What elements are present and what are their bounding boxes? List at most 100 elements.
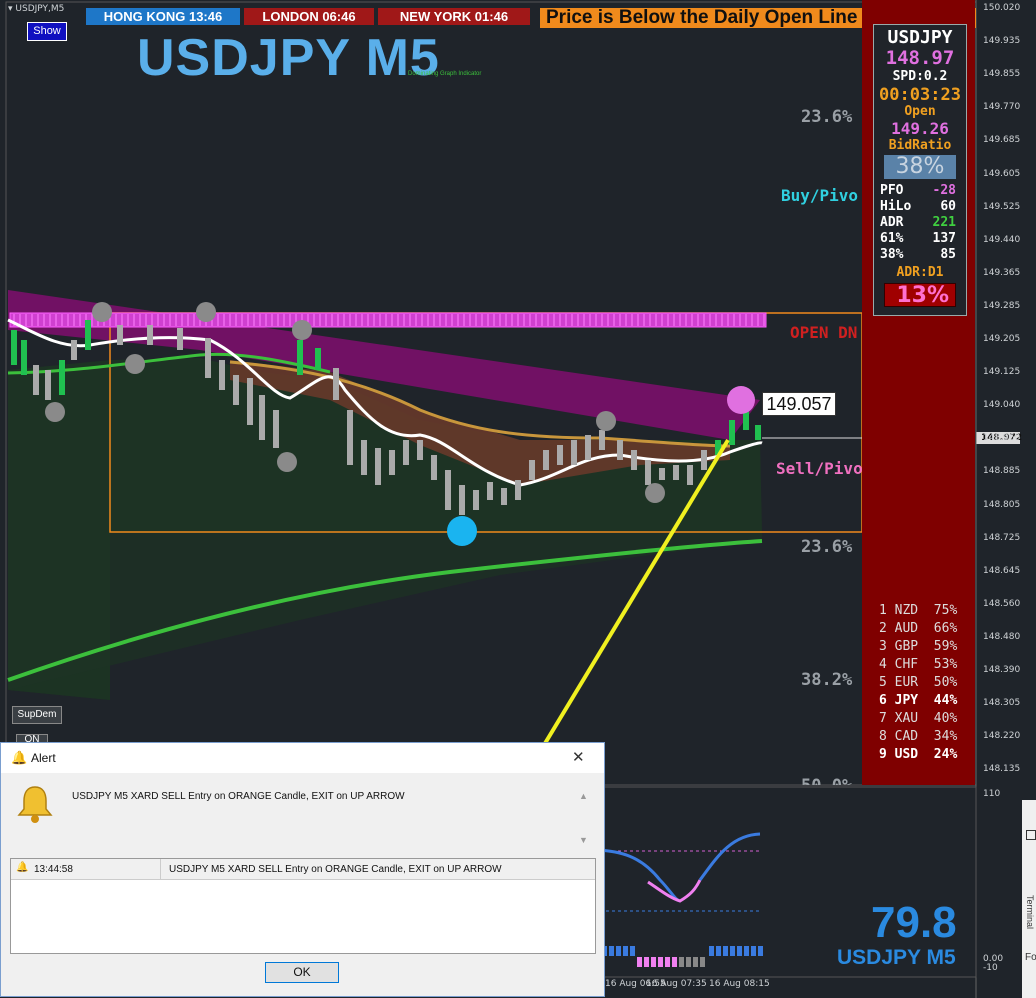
watermark-text: Dominating Graph Indicator [408, 71, 482, 77]
histogram-bar [672, 957, 677, 967]
alert-scrollbar[interactable]: ▲ ▼ [579, 791, 591, 849]
histogram-bar [709, 946, 714, 956]
histogram-bar [737, 946, 742, 956]
price-axis-label: 149.440 [983, 234, 1021, 245]
candle [11, 330, 17, 365]
price-axis-label: 148.560 [983, 598, 1021, 609]
oscillator-symbol: USDJPY M5 [837, 946, 956, 969]
candle [501, 488, 507, 505]
log-time: 13:44:58 [34, 864, 73, 875]
stat-38: 38% 85 [880, 247, 962, 262]
ticker-timer: 00:03:23 [879, 85, 961, 105]
price-axis-label: 149.935 [983, 36, 1021, 47]
candle [273, 410, 279, 448]
supdem-button[interactable]: SupDem [12, 706, 62, 724]
column-divider [160, 859, 161, 879]
price-axis-label: 148.885 [983, 466, 1021, 477]
bidratio-value: 38% [884, 155, 956, 179]
candle [297, 340, 303, 375]
stat-value: 137 [932, 231, 956, 246]
price-axis-label: 148.305 [983, 698, 1021, 709]
stat-label: PFO [880, 183, 904, 198]
alert-log-row[interactable]: 🔔 13:44:58 USDJPY M5 XARD SELL Entry on … [11, 859, 595, 880]
sell-pivot-label: Sell/Pivo [776, 459, 863, 478]
side-fragment: Fo [1025, 952, 1036, 963]
price-axis-label: 149.605 [983, 168, 1021, 179]
dropdown-icon[interactable]: ▾ [8, 4, 13, 14]
candle [45, 370, 51, 400]
candle [585, 435, 591, 460]
histogram-bar [637, 957, 642, 967]
price-axis-label: 149.125 [983, 367, 1021, 378]
bidratio-label: BidRatio [888, 138, 952, 153]
price-axis-label: 149.685 [983, 135, 1021, 146]
close-icon[interactable]: ✕ [572, 748, 585, 766]
candle [375, 448, 381, 485]
histogram-bar [665, 957, 670, 967]
stat-value: 60 [940, 199, 956, 214]
open-value: 149.26 [891, 119, 949, 138]
histogram-bar [730, 946, 735, 956]
candle [673, 465, 679, 480]
panel-close-icon[interactable] [1026, 830, 1036, 840]
price-axis-label: 149.285 [983, 300, 1021, 311]
candle [431, 455, 437, 480]
histogram-bar [609, 946, 614, 956]
ticker-box: USDJPY 148.97 SPD:0.2 00:03:23 Open 149.… [873, 24, 967, 316]
strength-row: 1 NZD 75% [879, 603, 958, 618]
histogram-bar [716, 946, 721, 956]
osc-axis-bottom: -10 [983, 963, 998, 973]
strength-row: 7 XAU 40% [879, 711, 958, 726]
candle [247, 378, 253, 425]
candle [205, 338, 211, 378]
candle [459, 485, 465, 515]
candle [177, 328, 183, 350]
candle [361, 440, 367, 475]
fib-label-top: 23.6% [801, 107, 853, 127]
candle [233, 375, 239, 405]
strength-row: 4 CHF 53% [879, 657, 958, 672]
candle [445, 470, 451, 510]
open-dn-label: OPEN DN [790, 323, 858, 342]
histogram-bar [744, 946, 749, 956]
candle [473, 490, 479, 510]
candle [389, 450, 395, 475]
price-axis-label: 148.480 [983, 631, 1021, 642]
stat-value: 85 [940, 247, 956, 262]
price-axis-label: 149.365 [983, 267, 1021, 278]
price-axis-label: 148.805 [983, 499, 1021, 510]
fib-label-mid: 23.6% [801, 537, 853, 557]
stat-hilo: HiLo 60 [880, 199, 962, 214]
candle [729, 420, 735, 445]
time-label: 16 Aug 08:15 [709, 979, 770, 989]
candle [659, 468, 665, 480]
histogram-bar [723, 946, 728, 956]
candle [571, 440, 577, 465]
terminal-tab[interactable]: Terminal [1025, 895, 1035, 929]
strength-row: 8 CAD 34% [879, 729, 958, 744]
strength-row: 3 GBP 59% [879, 639, 958, 654]
price-axis-label: 149.525 [983, 201, 1021, 212]
ticker-symbol: USDJPY [887, 27, 953, 48]
oscillator-value: 79.8 [871, 898, 957, 947]
alert-message: USDJPY M5 XARD SELL Entry on ORANGE Cand… [72, 791, 405, 802]
histogram-bar [630, 946, 635, 956]
candle [147, 325, 153, 345]
session-london: LONDON 06:46 [244, 8, 374, 25]
candle [33, 365, 39, 395]
price-axis-label: 149.855 [983, 69, 1021, 80]
price-axis-label: 149.770 [983, 102, 1021, 113]
candle [59, 360, 65, 395]
candle [543, 450, 549, 470]
alert-log: 🔔 13:44:58 USDJPY M5 XARD SELL Entry on … [10, 858, 596, 954]
large-bell-icon [15, 783, 55, 830]
ok-button[interactable]: OK [265, 962, 339, 983]
ticker-price: 148.97 [885, 47, 955, 69]
small-bell-icon: 🔔 [16, 862, 29, 873]
candle [347, 410, 353, 465]
strength-row: 2 AUD 66% [879, 621, 958, 636]
show-button[interactable]: Show [27, 22, 67, 41]
stat-label: HiLo [880, 199, 912, 214]
window-title: USDJPY,M5 [15, 4, 65, 14]
candle [487, 482, 493, 500]
